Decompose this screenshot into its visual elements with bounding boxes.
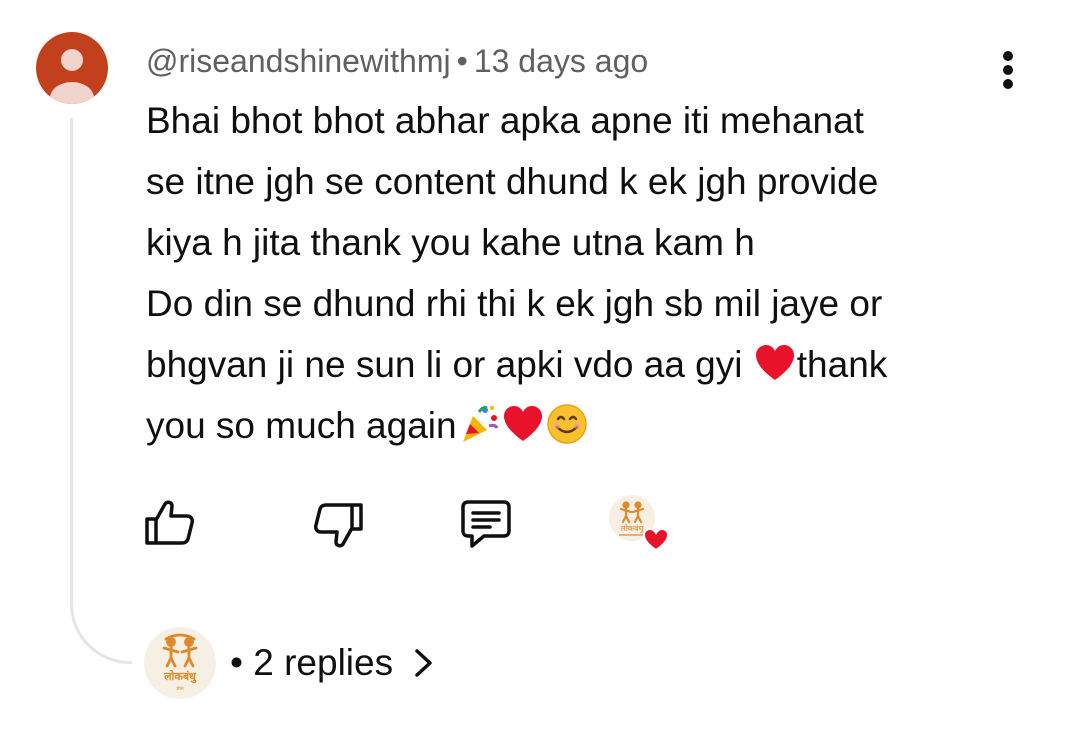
smiling-face-emoji-icon [546,404,587,444]
creator-heart-badge: लोकबंधु [606,494,672,552]
comment-reply-icon [461,500,511,548]
comment-line: kiya h jita thank you kahe utna kam h [146,222,755,263]
comment-line: you so much again [146,395,1026,456]
comment-line: Bhai bhot bhot abhar apka apne iti mehan… [146,100,864,141]
comment-line: Do din se dhund rhi thi k ek jgh sb mil … [146,283,883,324]
comment-line-text: you so much again [146,405,457,446]
commenter-avatar[interactable] [36,32,108,104]
comment-line-text: thank [796,344,888,385]
meta-separator: • [456,43,468,79]
user-silhouette-icon [50,49,94,104]
comment-timestamp: 13 days ago [473,43,649,79]
more-vert-icon [1003,51,1013,89]
comment-meta: @riseandshinewithmj • 13 days ago [146,42,648,80]
channel-logo-tagline: ज्ञान [176,686,184,692]
red-heart-emoji-icon [755,345,794,380]
more-options-button[interactable] [990,48,1026,92]
comment-text: Bhai bhot bhot abhar apka apne iti mehan… [146,90,1026,456]
red-heart-emoji-icon [503,406,542,441]
comment-line: bhgvan ji ne sun li or apki vdo aa gyi t… [146,334,1026,395]
thread-connector-line [70,118,132,664]
chevron-right-icon [415,649,432,677]
replies-count-label[interactable]: • 2 replies [230,643,393,683]
dislike-button[interactable] [310,496,366,552]
channel-logo-icon: लोकबंधु ज्ञान [162,633,198,692]
comment-author[interactable]: @riseandshinewithmj [146,43,451,79]
comment-line-text: bhgvan ji ne sun li or apki vdo aa gyi [146,344,753,385]
thumbs-down-icon [314,503,363,548]
comment-line: se itne jgh se content dhund k ek jgh pr… [146,161,879,202]
channel-reply-avatar: लोकबंधु ज्ञान [144,627,216,699]
party-popper-emoji-icon [462,406,498,442]
channel-logo-wordmark: लोकबंधु [620,523,644,534]
view-replies-button[interactable]: लोकबंधु ज्ञान • 2 replies [144,626,437,700]
reply-button[interactable] [458,496,514,552]
channel-logo-with-heart-icon: लोकबंधु [609,495,670,552]
like-button[interactable] [142,496,198,552]
thumbs-up-icon [145,500,194,545]
channel-logo-wordmark: लोकबंधु [163,669,197,684]
